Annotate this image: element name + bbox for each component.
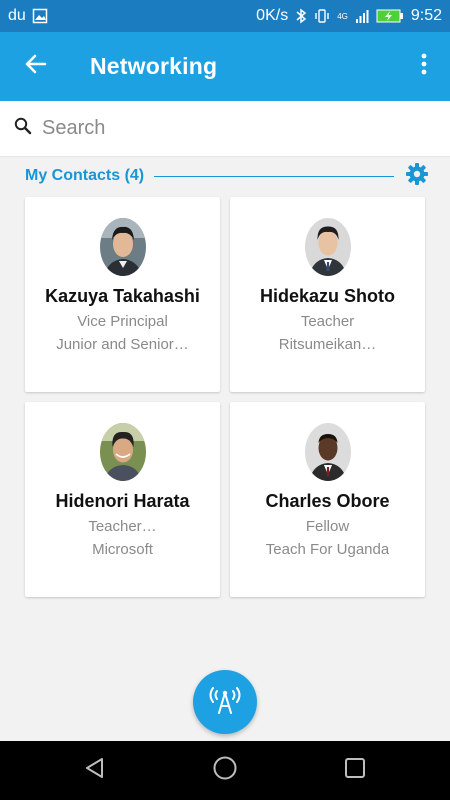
contact-card[interactable]: Charles Obore Fellow Teach For Uganda [230, 402, 425, 597]
app-bar: Networking [0, 32, 450, 101]
more-options-button[interactable] [398, 32, 450, 101]
search-icon [14, 117, 32, 140]
contact-name: Charles Obore [265, 491, 390, 511]
signal-icon [355, 8, 369, 24]
avatar [99, 423, 146, 481]
contacts-settings-button[interactable] [404, 162, 430, 191]
net-speed: 0K/s [256, 7, 289, 24]
contacts-header: My Contacts (4) [25, 160, 430, 192]
avatar [304, 423, 351, 481]
contact-name: Hidenori Harata [55, 491, 190, 511]
contact-title: Vice Principal [77, 313, 168, 330]
network-type: 4G [337, 11, 348, 21]
avatar [304, 218, 351, 276]
back-triangle-icon [84, 757, 106, 784]
home-circle-icon [212, 755, 238, 786]
contact-title: Teacher… [88, 518, 157, 535]
recents-square-icon [344, 757, 366, 784]
more-vertical-icon [421, 53, 427, 80]
contact-name: Hidekazu Shoto [259, 286, 395, 306]
avatar [99, 218, 146, 276]
search-input[interactable] [42, 117, 422, 140]
arrow-left-icon [25, 53, 47, 80]
contact-organization: Microsoft [92, 541, 153, 558]
contacts-section-title: My Contacts (4) [25, 167, 145, 184]
bluetooth-icon [295, 8, 307, 24]
broadcast-icon [208, 685, 242, 720]
clock: 9:52 [410, 7, 442, 24]
contact-card[interactable]: Kazuya Takahashi Vice Principal Junior a… [25, 197, 220, 392]
nav-back-button[interactable] [65, 741, 125, 800]
page-title: Networking [90, 53, 218, 79]
contact-organization: Teach For Uganda [265, 541, 390, 558]
nav-home-button[interactable] [195, 741, 255, 800]
contact-name: Kazuya Takahashi [45, 286, 200, 306]
search-bar [0, 101, 450, 157]
contact-organization: Ritsumeikan… [278, 336, 377, 353]
divider [154, 175, 394, 177]
carrier-label: du [8, 7, 26, 24]
system-nav-bar [0, 741, 450, 800]
contact-title: Teacher [300, 313, 355, 330]
contact-organization: Junior and Senior… [56, 336, 189, 353]
back-button[interactable] [0, 32, 72, 101]
nav-recents-button[interactable] [325, 741, 385, 800]
contact-card[interactable]: Hidenori Harata Teacher… Microsoft [25, 402, 220, 597]
contacts-grid: Kazuya Takahashi Vice Principal Junior a… [25, 197, 425, 597]
broadcast-button[interactable] [193, 670, 257, 734]
status-bar: du 0K/s 4G 9:52 [0, 0, 450, 32]
vibrate-icon [314, 8, 330, 24]
gear-icon [405, 162, 429, 191]
contact-card[interactable]: Hidekazu Shoto Teacher Ritsumeikan… [230, 197, 425, 392]
image-icon [32, 8, 48, 24]
contact-title: Fellow [305, 518, 350, 535]
battery-charging-icon [376, 8, 404, 24]
